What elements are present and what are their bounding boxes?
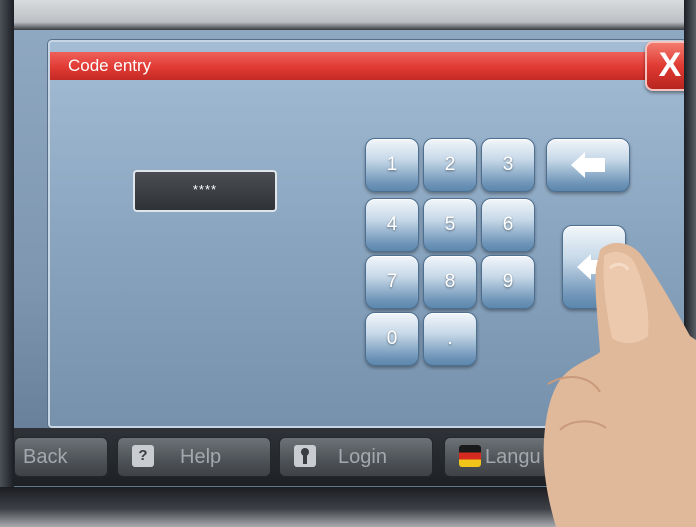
- arrow-left-icon: [577, 254, 611, 280]
- help-icon: ?: [132, 445, 154, 467]
- device-bottom-bezel: [0, 487, 696, 527]
- keypad-key-9[interactable]: 9: [481, 255, 535, 309]
- keypad-key-3[interactable]: 3: [481, 138, 535, 192]
- keypad-key-0[interactable]: 0: [365, 312, 419, 366]
- keypad-key-4[interactable]: 4: [365, 198, 419, 252]
- keypad-key-7[interactable]: 7: [365, 255, 419, 309]
- keypad-key-5[interactable]: 5: [423, 198, 477, 252]
- close-icon: X: [658, 46, 682, 84]
- flag-icon: [459, 445, 481, 467]
- login-button[interactable]: Login: [279, 437, 433, 477]
- dialog-title-bar: Code entry: [50, 52, 684, 80]
- arrow-left-icon: [571, 152, 605, 178]
- keypad-key-6[interactable]: 6: [481, 198, 535, 252]
- help-button[interactable]: ? Help: [117, 437, 271, 477]
- language-button[interactable]: Langu: [444, 437, 576, 477]
- enter-button[interactable]: [562, 225, 626, 309]
- keypad-key-1[interactable]: 1: [365, 138, 419, 192]
- language-label: Langu: [485, 446, 541, 468]
- back-button[interactable]: Back: [14, 437, 108, 477]
- keypad-key-2[interactable]: 2: [423, 138, 477, 192]
- help-label: Help: [180, 446, 222, 468]
- key-icon: [294, 445, 316, 467]
- back-label: Back: [23, 446, 68, 468]
- device-left-bezel: [0, 0, 14, 527]
- backspace-button[interactable]: [546, 138, 630, 192]
- code-input-field[interactable]: ****: [133, 170, 277, 212]
- keypad-key-dot[interactable]: .: [423, 312, 477, 366]
- dialog-title: Code entry: [68, 56, 152, 75]
- keypad-key-8[interactable]: 8: [423, 255, 477, 309]
- login-label: Login: [338, 446, 387, 468]
- device-right-bezel: [684, 0, 696, 527]
